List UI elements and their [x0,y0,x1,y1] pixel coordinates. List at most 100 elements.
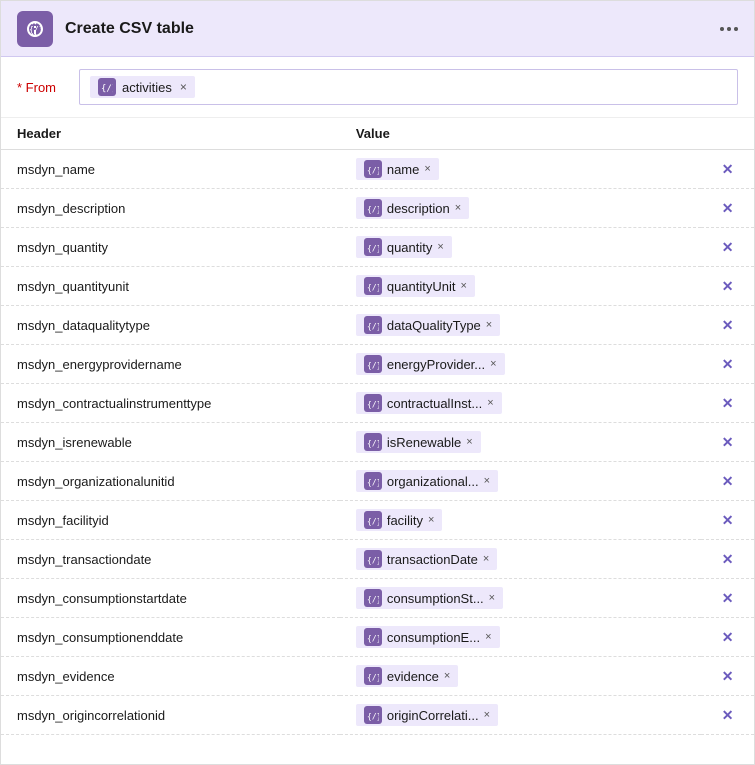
dynamic-content-icon: {/} [364,316,382,334]
from-input[interactable]: {/} activities × [79,69,738,105]
csv-table: Header Value msdyn_name{/}name×✕msdyn_de… [1,118,754,735]
delete-row-button[interactable]: ✕ [722,434,734,450]
delete-row-button[interactable]: ✕ [722,668,734,684]
value-tag-close[interactable]: × [428,514,434,526]
delete-cell: ✕ [701,696,754,735]
svg-text:{/}: {/} [367,595,379,604]
value-cell: {/}consumptionSt...× [340,579,701,618]
table-row: msdyn_consumptionstartdate{/}consumption… [1,579,754,618]
value-cell: {/} description × [340,189,701,228]
app-container: {/} Create CSV table From {/} activities… [0,0,755,765]
delete-column-label [701,118,754,150]
value-cell: {/}transactionDate× [340,540,701,579]
value-tag-close[interactable]: × [486,319,492,331]
value-tag: {/}evidence× [356,665,458,687]
svg-text:{/}: {/} [367,400,379,409]
value-tag: {/}quantityUnit× [356,275,475,297]
value-tag: {/}consumptionE...× [356,626,500,648]
value-tag: {/} contractualInst... × [356,392,502,414]
delete-cell: ✕ [701,579,754,618]
value-tag: {/}quantity× [356,236,452,258]
value-tag-text: contractualInst... [387,396,482,411]
value-tag-text: transactionDate [387,552,478,567]
svg-text:{/}: {/} [367,166,379,175]
value-cell: {/}facility× [340,501,701,540]
delete-row-button[interactable]: ✕ [722,200,734,216]
value-cell: {/}quantityUnit× [340,267,701,306]
delete-row-button[interactable]: ✕ [722,356,734,372]
header-cell: msdyn_energyprovidername [1,345,340,384]
svg-text:{/}: {/} [367,205,379,214]
value-cell: {/}energyProvider...× [340,345,701,384]
delete-cell: ✕ [701,462,754,501]
activities-tag-text: activities [122,80,172,95]
value-cell: {/} organizational... × [340,462,701,501]
delete-row-button[interactable]: ✕ [722,629,734,645]
value-tag-close[interactable]: × [466,436,472,448]
header-cell: msdyn_description [1,189,340,228]
value-cell: {/}originCorrelati...× [340,696,701,735]
delete-row-button[interactable]: ✕ [722,512,734,528]
delete-row-button[interactable]: ✕ [722,707,734,723]
value-tag-close[interactable]: × [444,670,450,682]
value-cell: {/} name × [340,150,701,189]
header-icon: {/} [17,11,53,47]
value-tag-close[interactable]: × [485,631,491,643]
value-tag-text: description [387,201,450,216]
table-row: msdyn_energyprovidername {/}energyProvide… [1,345,754,384]
value-tag-close[interactable]: × [490,358,496,370]
delete-row-button[interactable]: ✕ [722,395,734,411]
delete-cell: ✕ [701,657,754,696]
table-row: msdyn_contractualinstrumenttype{/}contra… [1,384,754,423]
more-options-button[interactable] [720,27,738,31]
delete-row-button[interactable]: ✕ [722,161,734,177]
header-cell: msdyn_name [1,150,340,189]
delete-cell: ✕ [701,267,754,306]
table-row: msdyn_quantityunit{/}quantityUnit×✕ [1,267,754,306]
delete-row-button[interactable]: ✕ [722,239,734,255]
svg-text:{/}: {/} [367,322,379,331]
delete-row-button[interactable]: ✕ [722,317,734,333]
value-tag: {/}facility× [356,509,443,531]
table-row: msdyn_dataqualitytype{/}dataQualityType×… [1,306,754,345]
table-row: msdyn_evidence{/}evidence×✕ [1,657,754,696]
value-tag-text: quantityUnit [387,279,456,294]
header-cell: msdyn_quantity [1,228,340,267]
delete-row-button[interactable]: ✕ [722,551,734,567]
table-row: msdyn_origincorrelationid{/}originCorrel… [1,696,754,735]
value-tag-text: organizational... [387,474,479,489]
dynamic-content-icon: {/} [364,433,382,451]
table-row: msdyn_isrenewable{/}isRenewable×✕ [1,423,754,462]
header-cell: msdyn_origincorrelationid [1,696,340,735]
value-tag-close[interactable]: × [437,241,443,253]
page-title: Create CSV table [65,20,720,38]
value-tag-close[interactable]: × [484,475,490,487]
header-cell: msdyn_quantityunit [1,267,340,306]
dynamic-content-icon: {/} [364,706,382,724]
value-tag-text: consumptionE... [387,630,480,645]
delete-row-button[interactable]: ✕ [722,473,734,489]
value-tag-text: quantity [387,240,433,255]
delete-row-button[interactable]: ✕ [722,278,734,294]
value-tag-text: evidence [387,669,439,684]
delete-row-button[interactable]: ✕ [722,590,734,606]
activities-tag-close[interactable]: × [180,80,187,94]
value-tag-close[interactable]: × [489,592,495,604]
value-tag-close[interactable]: × [455,202,461,214]
dynamic-content-icon: {/} [364,472,382,490]
value-tag-close[interactable]: × [483,553,489,565]
value-tag-text: isRenewable [387,435,461,450]
value-cell: {/} isRenewable × [340,423,701,462]
header: {/} Create CSV table [1,1,754,57]
value-tag: {/} description × [356,197,469,219]
value-tag-text: dataQualityType [387,318,481,333]
value-tag: {/}energyProvider...× [356,353,505,375]
value-tag-close[interactable]: × [487,397,493,409]
value-tag-close[interactable]: × [484,709,490,721]
value-tag-close[interactable]: × [461,280,467,292]
svg-text:{/}: {/} [101,84,113,93]
value-tag-text: name [387,162,420,177]
value-tag-close[interactable]: × [424,163,430,175]
svg-text:{/}: {/} [29,25,43,34]
value-tag: {/} organizational... × [356,470,498,492]
